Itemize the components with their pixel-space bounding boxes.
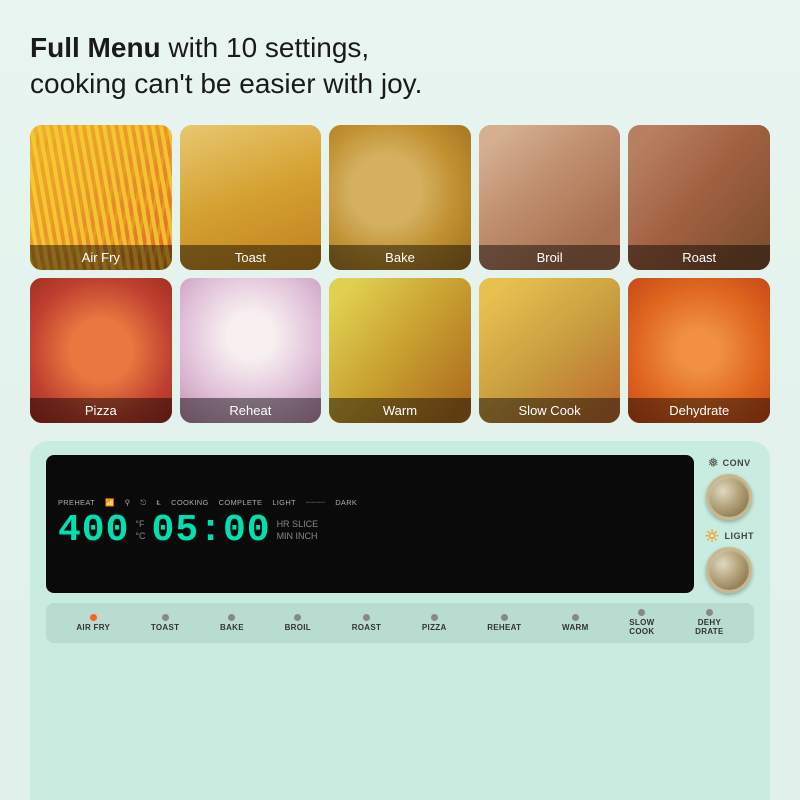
cooking-label: COOKING xyxy=(171,498,209,507)
conv-label: CONV xyxy=(723,458,751,468)
mode-btn-reheat[interactable]: REHEAT xyxy=(487,614,521,633)
food-label-warm: Warm xyxy=(329,398,471,423)
dark-label: DARK xyxy=(335,498,357,507)
mode-label-reheat: REHEAT xyxy=(487,623,521,633)
display-screen: PREHEAT 📶 ⚲ ⎋ Ⱡ COOKING COMPLETE LIGHT ┉… xyxy=(46,455,694,593)
mode-btn-toast[interactable]: TOAST xyxy=(151,614,179,633)
wifi-icon: 📶 xyxy=(105,498,115,507)
mode-label-dehydrate: DEHYDRATE xyxy=(695,618,723,637)
fan-icon: ⚲ xyxy=(125,498,131,507)
food-card-slow-cook[interactable]: Slow Cook xyxy=(479,278,621,423)
food-label-slow-cook: Slow Cook xyxy=(479,398,621,423)
conv-knob[interactable] xyxy=(706,474,752,520)
mode-btn-broil[interactable]: BROIL xyxy=(285,614,311,633)
food-grid: Air Fry Toast Bake Broil Roast xyxy=(30,125,770,423)
mode-btn-bake[interactable]: BAKE xyxy=(220,614,244,633)
mode-label-bake: BAKE xyxy=(220,623,244,633)
food-card-warm[interactable]: Warm xyxy=(329,278,471,423)
leaf-icon: Ⱡ xyxy=(157,498,161,507)
light-knob-item: 🔅 LIGHT xyxy=(704,528,754,593)
display-status-icons: PREHEAT 📶 ⚲ ⎋ Ⱡ COOKING COMPLETE LIGHT ┉… xyxy=(58,498,682,508)
display-row: PREHEAT 📶 ⚲ ⎋ Ⱡ COOKING COMPLETE LIGHT ┉… xyxy=(46,455,754,593)
food-card-broil[interactable]: Broil xyxy=(479,125,621,270)
display-time: 05:00 xyxy=(152,512,271,550)
display-temperature: 400 xyxy=(58,512,129,550)
time-unit-hr: HR SLICE xyxy=(277,519,319,531)
mode-btn-warm[interactable]: WARM xyxy=(562,614,589,633)
food-label-toast: Toast xyxy=(180,245,322,270)
headline-bold: Full Menu xyxy=(30,32,161,63)
mode-dot-air-fry xyxy=(90,614,97,621)
mode-btn-dehydrate[interactable]: DEHYDRATE xyxy=(695,609,723,637)
mode-label-warm: WARM xyxy=(562,623,589,633)
light-label-top: LIGHT xyxy=(272,498,296,507)
food-card-reheat[interactable]: Reheat xyxy=(180,278,322,423)
bars-icon: ⎋ xyxy=(140,498,146,508)
mode-dot-bake xyxy=(228,614,235,621)
preheat-label: PREHEAT xyxy=(58,498,95,507)
conv-icon: ❅ xyxy=(708,455,719,471)
headline: Full Menu with 10 settings,cooking can't… xyxy=(30,30,770,103)
food-label-broil: Broil xyxy=(479,245,621,270)
mode-label-pizza: PIZZA xyxy=(422,623,447,633)
light-icon: 🔅 xyxy=(704,528,720,544)
food-card-toast[interactable]: Toast xyxy=(180,125,322,270)
mode-dot-reheat xyxy=(501,614,508,621)
mode-btn-pizza[interactable]: PIZZA xyxy=(422,614,447,633)
mode-label-roast: ROAST xyxy=(352,623,382,633)
mode-dot-toast xyxy=(162,614,169,621)
mode-dot-dehydrate xyxy=(706,609,713,616)
mode-dot-broil xyxy=(294,614,301,621)
display-temp-units: °F °C xyxy=(135,519,145,542)
food-label-bake: Bake xyxy=(329,245,471,270)
light-dots: ┉┉┉┉ xyxy=(306,498,325,507)
knob-group: ❅ CONV 🔅 LIGHT xyxy=(704,455,754,593)
mode-dot-slow-cook xyxy=(638,609,645,616)
time-unit-min: MIN INCH xyxy=(277,531,319,543)
food-label-reheat: Reheat xyxy=(180,398,322,423)
mode-label-toast: TOAST xyxy=(151,623,179,633)
mode-btn-roast[interactable]: ROAST xyxy=(352,614,382,633)
page-wrapper: Full Menu with 10 settings,cooking can't… xyxy=(0,0,800,800)
food-card-roast[interactable]: Roast xyxy=(628,125,770,270)
food-card-pizza[interactable]: Pizza xyxy=(30,278,172,423)
food-label-pizza: Pizza xyxy=(30,398,172,423)
oven-panel: PREHEAT 📶 ⚲ ⎋ Ⱡ COOKING COMPLETE LIGHT ┉… xyxy=(30,441,770,800)
food-label-roast: Roast xyxy=(628,245,770,270)
food-label-air-fry: Air Fry xyxy=(30,245,172,270)
mode-btn-slow-cook[interactable]: SLOWCOOK xyxy=(629,609,654,637)
light-label: LIGHT xyxy=(725,531,755,541)
display-time-units: HR SLICE MIN INCH xyxy=(277,519,319,542)
mode-label-broil: BROIL xyxy=(285,623,311,633)
mode-dot-warm xyxy=(572,614,579,621)
food-card-air-fry[interactable]: Air Fry xyxy=(30,125,172,270)
temp-unit-f: °F xyxy=(135,519,145,531)
complete-label: COMPLETE xyxy=(219,498,263,507)
mode-label-air-fry: AIR FRY xyxy=(76,623,110,633)
food-card-bake[interactable]: Bake xyxy=(329,125,471,270)
light-knob[interactable] xyxy=(706,547,752,593)
food-card-dehydrate[interactable]: Dehydrate xyxy=(628,278,770,423)
mode-dot-pizza xyxy=(431,614,438,621)
display-main: 400 °F °C 05:00 HR SLICE MIN INCH xyxy=(58,512,682,550)
mode-dot-roast xyxy=(363,614,370,621)
food-label-dehydrate: Dehydrate xyxy=(628,398,770,423)
mode-button-row: AIR FRY TOAST BAKE BROIL ROAST PIZZA xyxy=(46,603,754,643)
mode-btn-air-fry[interactable]: AIR FRY xyxy=(76,614,110,633)
conv-knob-item: ❅ CONV xyxy=(706,455,752,520)
temp-unit-c: °C xyxy=(135,531,145,543)
mode-label-slow-cook: SLOWCOOK xyxy=(629,618,654,637)
